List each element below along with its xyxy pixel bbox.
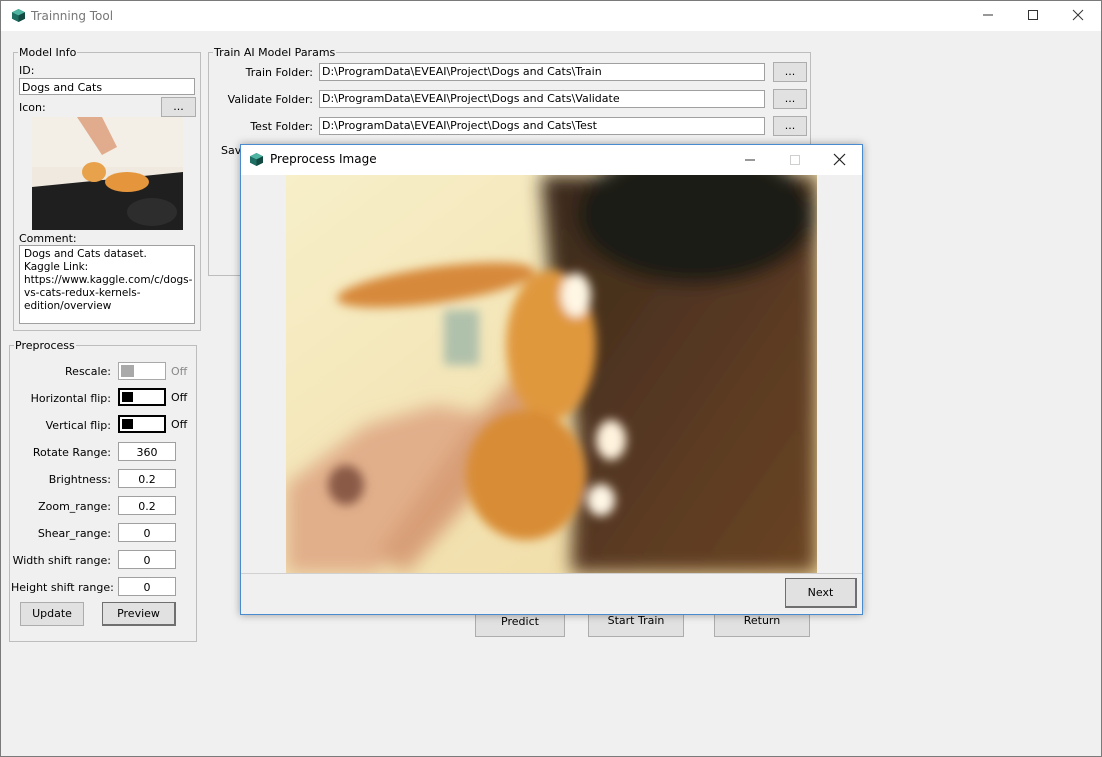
preview-image	[286, 175, 817, 573]
brightness-field[interactable]: 0.2	[118, 469, 176, 488]
maximize-icon	[1027, 10, 1038, 20]
main-window: Trainning Tool Model Info ID: Dogs and C…	[0, 0, 1102, 757]
id-label: ID:	[19, 64, 35, 77]
hflip-label: Horizontal flip:	[30, 392, 111, 405]
minimize-icon	[745, 159, 755, 161]
window-title: Trainning Tool	[31, 9, 114, 23]
maximize-button[interactable]	[1010, 1, 1055, 31]
shear-range-field[interactable]: 0	[118, 523, 176, 542]
width-shift-label: Width shift range:	[12, 554, 111, 567]
next-button[interactable]: Next	[785, 578, 857, 608]
train-params-legend: Train AI Model Params	[214, 46, 336, 59]
validate-folder-field[interactable]: D:\ProgramData\EVEAI\Project\Dogs and Ca…	[319, 90, 765, 108]
preprocess-image-dialog: Preprocess Image Next	[240, 144, 863, 615]
test-folder-browse-button[interactable]: ...	[773, 116, 807, 136]
rescale-label: Rescale:	[65, 365, 111, 378]
dialog-title: Preprocess Image	[270, 152, 377, 166]
preview-button[interactable]: Preview	[102, 602, 176, 626]
vflip-toggle[interactable]	[118, 415, 166, 433]
cube-icon	[250, 153, 263, 166]
rotate-range-label: Rotate Range:	[32, 446, 111, 459]
rescale-state: Off	[171, 365, 188, 378]
minimize-button[interactable]	[965, 1, 1010, 31]
width-shift-field[interactable]: 0	[118, 550, 176, 569]
maximize-icon	[790, 155, 800, 165]
model-info-legend: Model Info	[19, 46, 77, 59]
hflip-toggle[interactable]	[118, 388, 166, 406]
height-shift-field[interactable]: 0	[118, 577, 176, 596]
zoom-range-field[interactable]: 0.2	[118, 496, 176, 515]
rotate-range-field[interactable]: 360	[118, 442, 176, 461]
dialog-title-bar[interactable]: Preprocess Image	[241, 145, 862, 175]
brightness-label: Brightness:	[48, 473, 111, 486]
dialog-maximize-button[interactable]	[772, 145, 817, 175]
comment-label: Comment:	[19, 232, 77, 245]
train-folder-field[interactable]: D:\ProgramData\EVEAI\Project\Dogs and Ca…	[319, 63, 765, 81]
shear-range-label: Shear_range:	[37, 527, 111, 540]
rescale-toggle[interactable]	[118, 362, 166, 380]
model-icon-image	[32, 117, 183, 230]
test-folder-label: Test Folder:	[250, 120, 313, 133]
dialog-minimize-button[interactable]	[727, 145, 772, 175]
icon-label: Icon:	[19, 101, 46, 114]
vflip-state: Off	[171, 418, 188, 431]
title-bar[interactable]: Trainning Tool	[1, 1, 1101, 31]
train-folder-label: Train Folder:	[245, 66, 313, 79]
preprocess-legend: Preprocess	[15, 339, 75, 352]
vflip-label: Vertical flip:	[45, 419, 111, 432]
save-folder-label-partial: Sav	[221, 144, 242, 157]
test-folder-field[interactable]: D:\ProgramData\EVEAI\Project\Dogs and Ca…	[319, 117, 765, 135]
id-field[interactable]: Dogs and Cats	[19, 78, 195, 95]
dialog-separator	[241, 573, 862, 574]
minimize-icon	[982, 14, 993, 16]
icon-browse-button[interactable]: ...	[161, 97, 196, 117]
dialog-close-button[interactable]	[817, 145, 862, 175]
hflip-state: Off	[171, 391, 188, 404]
height-shift-label: Height shift range:	[11, 581, 114, 594]
close-icon	[833, 153, 846, 166]
validate-folder-label: Validate Folder:	[227, 93, 313, 106]
validate-folder-browse-button[interactable]: ...	[773, 89, 807, 109]
close-button[interactable]	[1055, 1, 1100, 31]
zoom-range-label: Zoom_range:	[38, 500, 111, 513]
preprocess-group: Preprocess	[9, 339, 197, 642]
cube-icon	[12, 9, 25, 22]
train-folder-browse-button[interactable]: ...	[773, 62, 807, 82]
close-icon	[1072, 9, 1083, 21]
comment-field[interactable]: Dogs and Cats dataset. Kaggle Link: http…	[19, 245, 195, 324]
update-button[interactable]: Update	[20, 602, 84, 626]
